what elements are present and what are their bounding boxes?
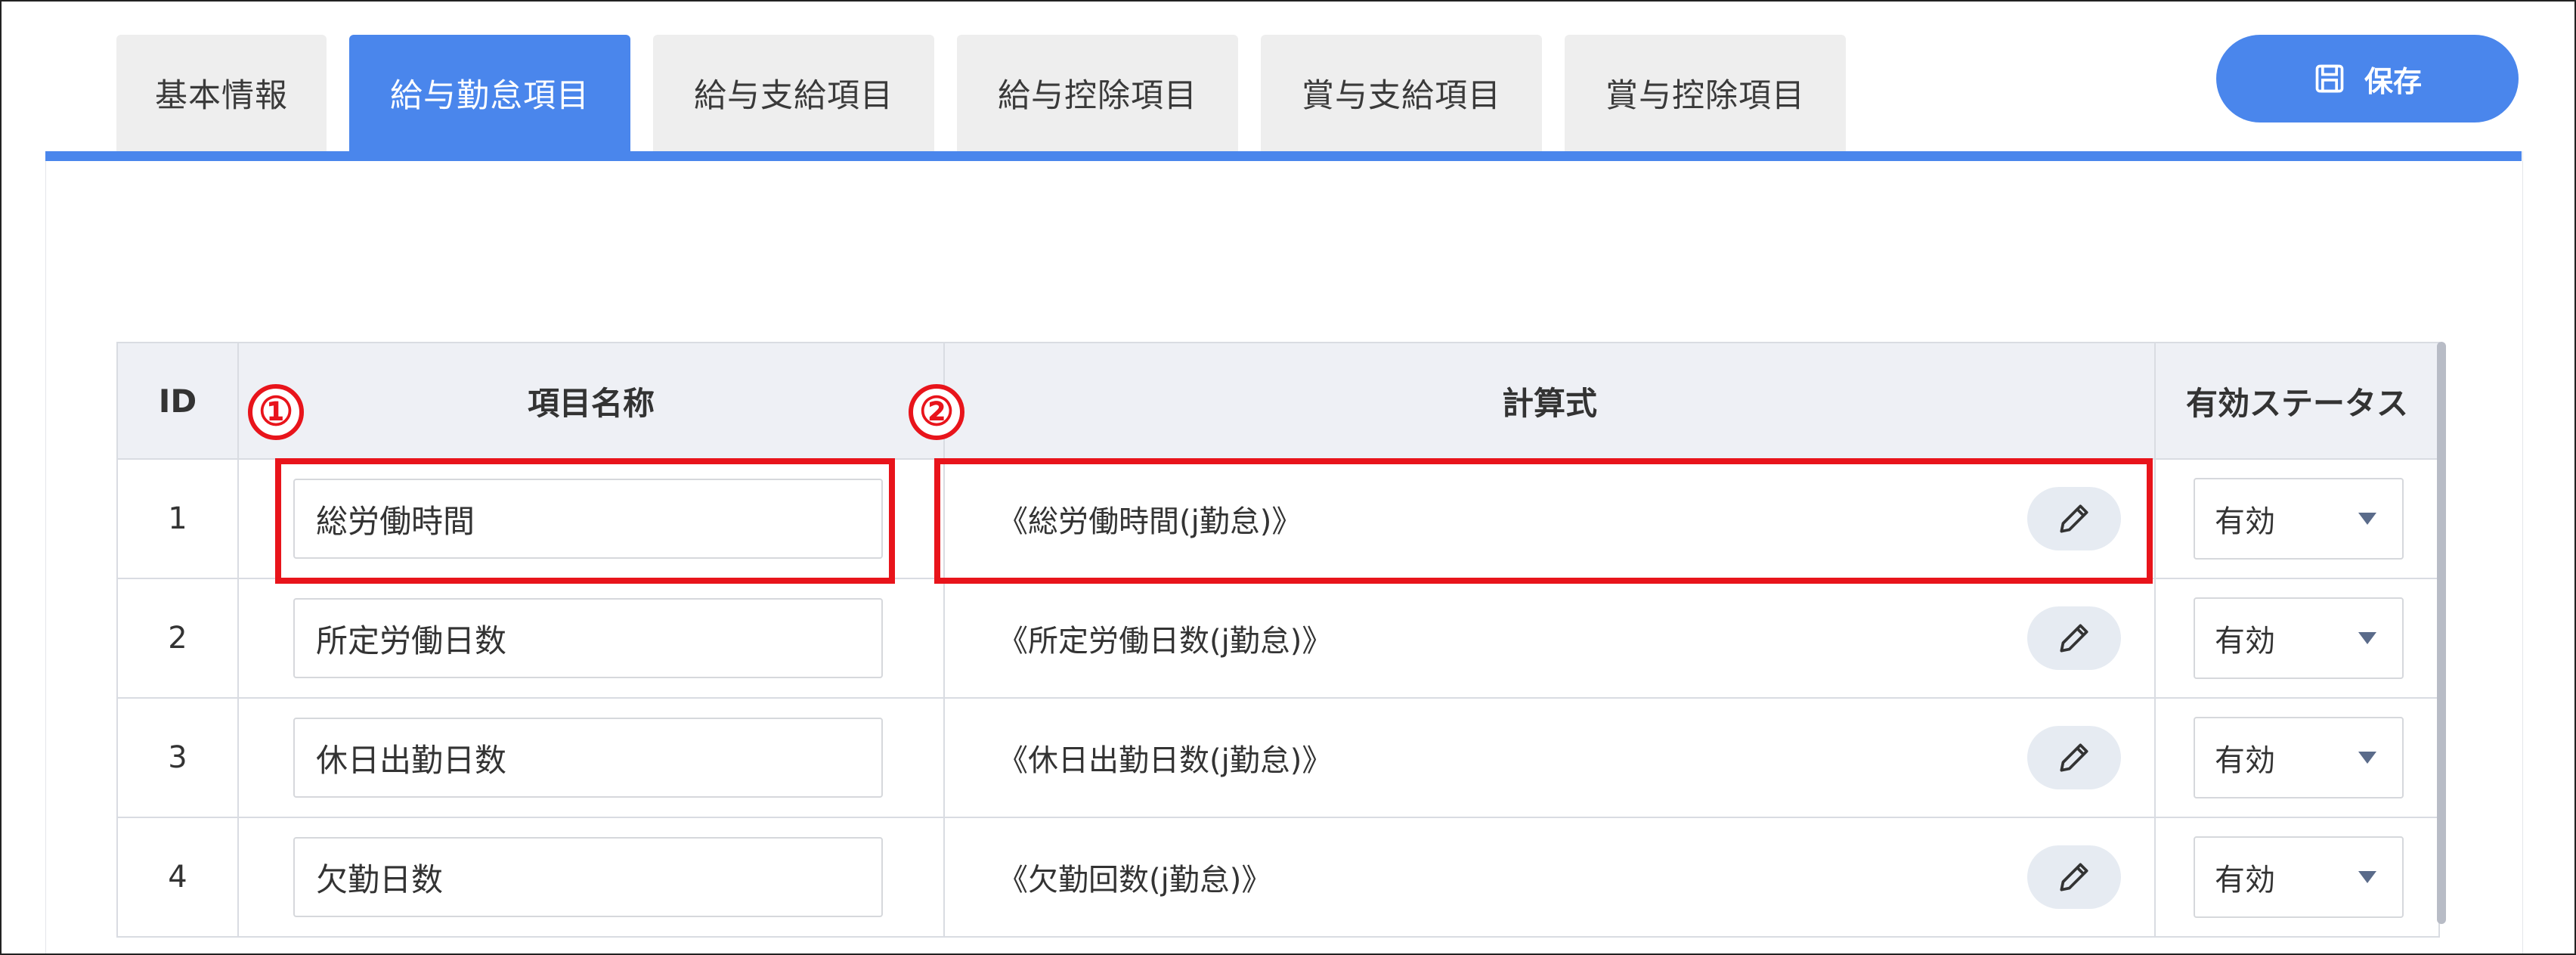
tab-label: 給与支給項目 (694, 77, 893, 115)
annotation-marker-2: ② (909, 384, 964, 440)
status-value: 有効 (2215, 743, 2275, 778)
item-name-input[interactable]: 欠勤日数 (293, 837, 883, 917)
row-id: 2 (116, 578, 239, 699)
table-row: 2 所定労働日数 《所定労働日数(j勤怠)》 有効 (116, 578, 2440, 699)
table-row: 3 休日出勤日数 《休日出勤日数(j勤怠)》 有効 (116, 697, 2440, 818)
app-frame: 基本情報 給与勤怠項目 給与支給項目 給与控除項目 賞与支給項目 賞与控除項目 … (0, 0, 2576, 955)
name-cell: 休日出勤日数 (237, 697, 945, 818)
tab-payroll-payment[interactable]: 給与支給項目 (653, 35, 934, 151)
formula-cell: 《欠勤回数(j勤怠)》 (943, 817, 2156, 938)
status-cell: 有効 (2154, 817, 2440, 938)
tab-bonus-payment[interactable]: 賞与支給項目 (1261, 35, 1542, 151)
tab-label: 給与控除項目 (998, 77, 1197, 115)
formula-cell: 《休日出勤日数(j勤怠)》 (943, 697, 2156, 818)
formula-text: 《休日出勤日数(j勤怠)》 (998, 743, 1333, 778)
save-button-label: 保存 (2364, 64, 2422, 98)
formula-text: 《所定労働日数(j勤怠)》 (998, 624, 1333, 659)
name-cell: 欠勤日数 (237, 817, 945, 938)
pencil-icon (2060, 624, 2088, 653)
highlight-box-formula (934, 458, 2153, 584)
item-name-input[interactable]: 休日出勤日数 (293, 718, 883, 798)
header-id: ID (116, 342, 239, 460)
tab-underline (45, 151, 2522, 161)
header-name: 項目名称 (237, 342, 945, 460)
status-select[interactable]: 有効 (2194, 597, 2404, 679)
chevron-down-icon (2358, 752, 2376, 764)
status-value: 有効 (2215, 624, 2275, 659)
vertical-scrollbar[interactable] (2437, 342, 2446, 924)
annotation-marker-1: ① (248, 384, 304, 440)
tab-basic-info[interactable]: 基本情報 (116, 35, 327, 151)
item-name-value: 欠勤日数 (316, 860, 444, 898)
status-cell: 有効 (2154, 578, 2440, 699)
tab-label: 給与勤怠項目 (390, 77, 590, 115)
tab-label: 賞与支給項目 (1302, 77, 1501, 115)
name-cell: 所定労働日数 (237, 578, 945, 699)
save-button[interactable]: 保存 (2216, 35, 2519, 122)
edit-formula-button[interactable] (2027, 606, 2121, 670)
table-header-row: ID 項目名称 計算式 有効ステータス (116, 342, 2440, 460)
chevron-down-icon (2358, 871, 2376, 883)
status-cell: 有効 (2154, 458, 2440, 579)
status-value: 有効 (2215, 863, 2275, 898)
table-row: 4 欠勤日数 《欠勤回数(j勤怠)》 有効 (116, 817, 2440, 938)
item-name-value: 休日出勤日数 (316, 741, 507, 779)
header-formula: 計算式 (943, 342, 2156, 460)
item-name-input[interactable]: 所定労働日数 (293, 598, 883, 678)
tab-payroll-deduction[interactable]: 給与控除項目 (957, 35, 1238, 151)
pencil-icon (2060, 863, 2088, 891)
status-select[interactable]: 有効 (2194, 478, 2404, 560)
status-select[interactable]: 有効 (2194, 836, 2404, 918)
highlight-box-item-name (275, 458, 895, 584)
header-status: 有効ステータス (2154, 342, 2440, 460)
row-id: 1 (116, 458, 239, 579)
edit-formula-button[interactable] (2027, 845, 2121, 909)
save-icon (2315, 64, 2344, 93)
status-select[interactable]: 有効 (2194, 717, 2404, 798)
formula-cell: 《所定労働日数(j勤怠)》 (943, 578, 2156, 699)
item-table: ID 項目名称 計算式 有効ステータス 1 総労働時間 《総労働時間(j勤怠)》 (116, 342, 2440, 938)
item-name-value: 所定労働日数 (316, 622, 507, 659)
row-id: 4 (116, 817, 239, 938)
status-value: 有効 (2215, 504, 2275, 539)
row-id: 3 (116, 697, 239, 818)
tab-payroll-attendance[interactable]: 給与勤怠項目 (349, 35, 630, 151)
chevron-down-icon (2358, 632, 2376, 644)
edit-formula-button[interactable] (2027, 726, 2121, 789)
tab-label: 賞与控除項目 (1605, 77, 1805, 115)
formula-text: 《欠勤回数(j勤怠)》 (998, 863, 1272, 898)
chevron-down-icon (2358, 513, 2376, 525)
tab-label: 基本情報 (155, 77, 288, 115)
tab-bonus-deduction[interactable]: 賞与控除項目 (1565, 35, 1846, 151)
status-cell: 有効 (2154, 697, 2440, 818)
pencil-icon (2060, 743, 2088, 772)
